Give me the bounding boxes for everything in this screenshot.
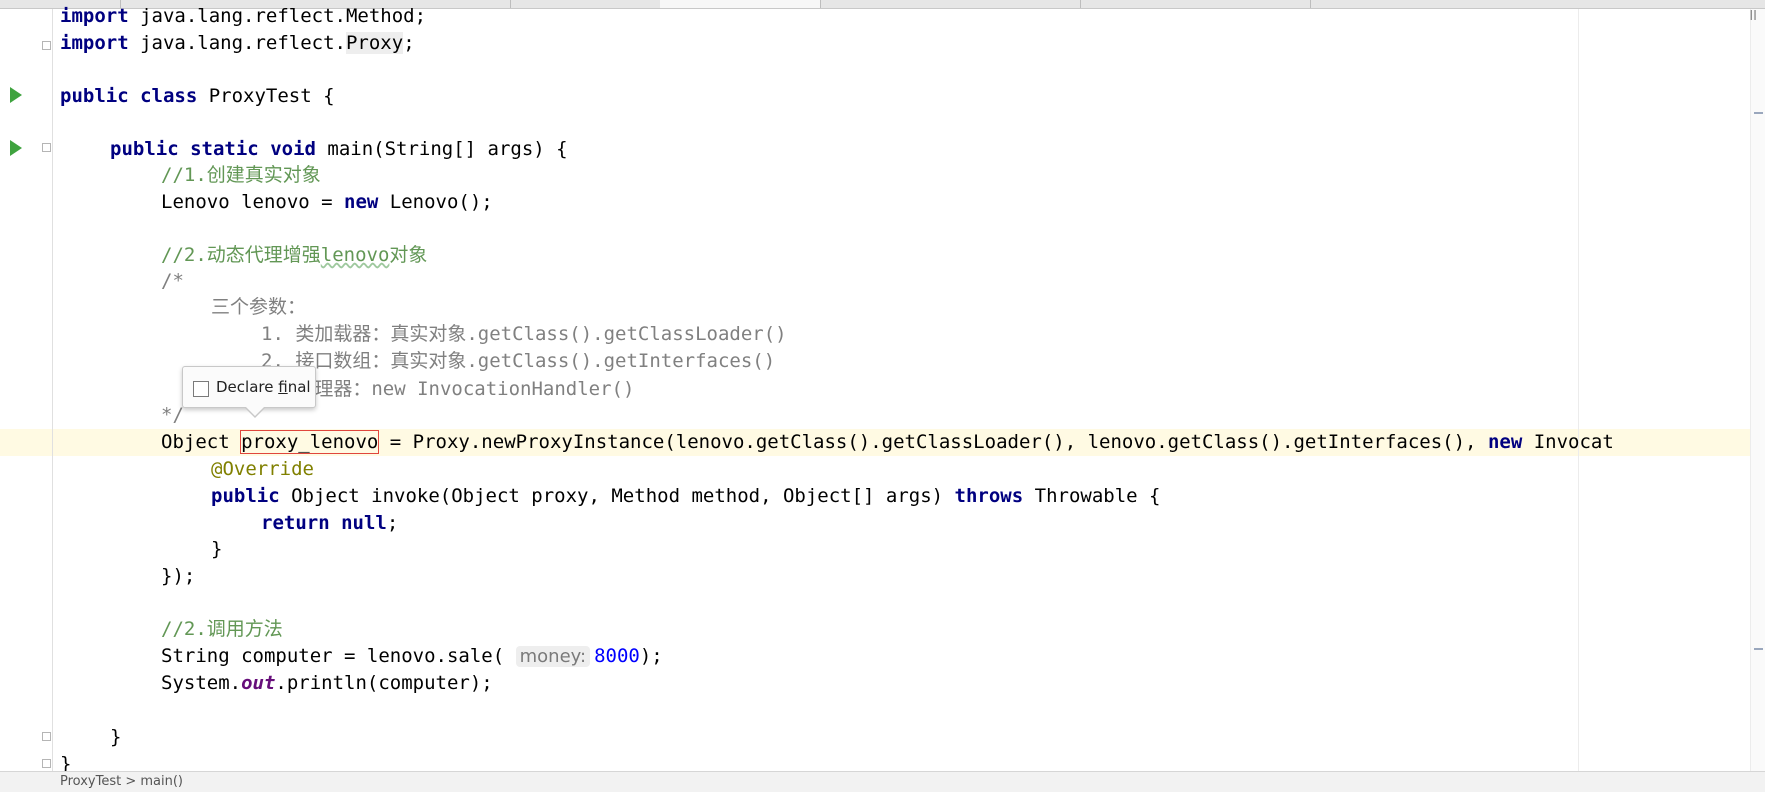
label-prefix: Declare [216, 378, 279, 396]
code-line-invoke[interactable]: public Object invoke(Object proxy, Metho… [211, 483, 1160, 509]
vertical-scrollbar[interactable] [1750, 9, 1765, 771]
code-line-class-declaration[interactable]: public class ProxyTest { [60, 83, 335, 109]
editor-tab-active[interactable] [660, 0, 821, 8]
fold-marker-icon[interactable] [42, 41, 51, 50]
declare-final-popup[interactable]: Declare final [182, 366, 316, 418]
declare-final-checkbox[interactable] [193, 381, 209, 397]
code-line-block-comment[interactable]: 2. 接口数组：真实对象.getClass().getInterfaces() [261, 348, 775, 374]
code-line-brace[interactable]: } [211, 536, 222, 562]
editor-tab[interactable] [510, 0, 661, 8]
fold-marker-icon[interactable] [42, 759, 51, 768]
code-line-brace[interactable]: }); [161, 563, 195, 589]
code-line-comment[interactable]: //2.动态代理增强lenovo对象 [161, 242, 427, 268]
breadcrumb-bar: ProxyTest > main() [0, 771, 1765, 792]
number-literal: 8000 [594, 645, 640, 667]
code-line-block-comment[interactable]: */ [161, 402, 184, 428]
keyword: import [60, 32, 129, 54]
label-mnemonic: f [278, 378, 288, 396]
breadcrumb[interactable]: ProxyTest > main() [60, 774, 183, 789]
keyword: public [211, 485, 280, 507]
parameter-hint: money: [515, 646, 591, 667]
keyword: new [344, 191, 379, 213]
scrollbar-marker[interactable] [1754, 112, 1763, 114]
code-line-println[interactable]: System.out.println(computer); [161, 670, 493, 696]
fold-marker-icon[interactable] [42, 732, 51, 741]
code-line-brace[interactable]: } [110, 724, 121, 750]
keyword: new [1487, 431, 1523, 453]
rename-variable-box[interactable]: proxy_lenovo [240, 430, 380, 454]
code-text: ; [386, 512, 399, 534]
scrollbar-marker[interactable] [1754, 648, 1763, 650]
code-line-main-declaration[interactable]: public static void main(String[] args) { [110, 136, 568, 162]
keyword: import [60, 5, 129, 27]
comment-text: 对象 [389, 244, 428, 266]
code-text: main(String[] args) { [315, 138, 568, 160]
line-gutter [0, 9, 53, 771]
code-line-import-proxy[interactable]: import java.lang.reflect.Proxy; [60, 30, 415, 56]
code-line-proxy[interactable]: Object proxy_lenovo = Proxy.newProxyInst… [161, 429, 1614, 455]
code-text: Object invoke(Object proxy, Method metho… [279, 485, 955, 507]
code-line-import-method[interactable]: import java.lang.reflect.Method; [60, 3, 426, 29]
code-text: java.lang.reflect. [128, 32, 346, 54]
code-text: java.lang.reflect.Method; [128, 5, 427, 27]
label-suffix: inal [287, 378, 311, 396]
code-text: Lenovo(); [378, 191, 493, 213]
code-line-block-comment[interactable]: 3. 处理器：new InvocationHandler() [261, 376, 634, 402]
code-line-block-comment[interactable]: /* [161, 268, 184, 294]
code-line-lenovo[interactable]: Lenovo lenovo = new Lenovo(); [161, 189, 493, 215]
fold-marker-icon[interactable] [42, 143, 51, 152]
popup-pointer-fill [246, 407, 264, 416]
keyword: return [261, 512, 330, 534]
code-line-comment[interactable]: //1.创建真实对象 [161, 162, 321, 188]
comment-text: //2.动态代理增强 [161, 244, 321, 266]
run-main-icon[interactable] [10, 140, 22, 156]
code-text: Object [161, 431, 242, 453]
code-text: Invocat [1522, 431, 1614, 453]
class-reference: Proxy [345, 32, 404, 54]
keyword: null [341, 512, 387, 534]
static-field: out [241, 672, 276, 694]
code-text: Lenovo lenovo = [161, 191, 345, 213]
code-line-comment[interactable]: //2.调用方法 [161, 616, 283, 642]
code-line-annotation[interactable]: @Override [211, 456, 314, 482]
keyword: throws [954, 485, 1024, 507]
code-line-block-comment[interactable]: 1. 类加载器：真实对象.getClass().getClassLoader() [261, 321, 787, 347]
right-margin-guide [1578, 9, 1579, 771]
keyword: static [190, 138, 259, 160]
typo-word: lenovo [320, 244, 390, 266]
code-text: = Proxy.newProxyInstance(lenovo.getClass… [378, 431, 1488, 453]
keyword: void [270, 138, 316, 160]
keyword: public [110, 138, 179, 160]
code-text: String computer = lenovo.sale( [161, 645, 505, 667]
editor-tab[interactable] [1080, 0, 1311, 8]
keyword: class [140, 85, 198, 107]
editor-tab[interactable] [820, 0, 1081, 8]
code-text: ); [639, 645, 663, 667]
code-text: System. [161, 672, 242, 694]
code-line-sale[interactable]: String computer = lenovo.sale( money: 800… [161, 643, 663, 669]
code-text: ; [403, 32, 415, 54]
code-line-block-comment[interactable]: 三个参数： [211, 294, 306, 320]
code-text: .println(computer); [275, 672, 493, 694]
declare-final-label[interactable]: Declare final [216, 378, 311, 396]
editor-corner-indicator: II [1749, 9, 1757, 24]
run-class-icon[interactable] [10, 87, 22, 103]
code-text: ProxyTest { [197, 85, 335, 107]
code-line-return[interactable]: return null; [261, 510, 398, 536]
keyword: public [60, 85, 129, 107]
code-text: Throwable { [1023, 485, 1161, 507]
